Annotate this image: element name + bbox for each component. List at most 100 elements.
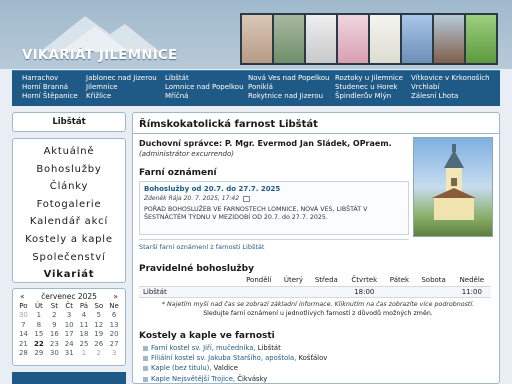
services-header-cell: Pondělí bbox=[239, 275, 279, 287]
nav-link-rokytnice[interactable]: Rokytnice nad Jizerou bbox=[248, 92, 329, 101]
nav-link-lomnice[interactable]: Lomnice nad Popelkou bbox=[165, 83, 244, 92]
nav-link-krizlice[interactable]: Křižlice bbox=[86, 92, 157, 101]
spiritual-administrator: Duchovní správce: P. Mgr. Evermod Jan Sl… bbox=[139, 139, 392, 148]
calendar-day[interactable]: 12 bbox=[91, 321, 106, 330]
nav-link-vrchlabi[interactable]: Vrchlabí bbox=[411, 83, 490, 92]
parish-menu: Aktuálně Bohoslužby Články Fotogalerie K… bbox=[12, 138, 126, 283]
services-header-cell: Středa bbox=[308, 275, 345, 287]
nav-link-zalesni-lhota[interactable]: Zálesní Lhota bbox=[411, 92, 490, 101]
calendar-day[interactable]: 24 bbox=[62, 340, 77, 349]
menu-item-aktualne[interactable]: Aktuálně bbox=[13, 143, 125, 161]
mountain-logo-icon bbox=[40, 16, 160, 52]
services-header-cell: Čtvrtek bbox=[344, 275, 385, 287]
calendar-prev-button[interactable]: « bbox=[20, 291, 25, 302]
menu-item-kalendar-akci[interactable]: Kalendář akcí bbox=[13, 213, 125, 231]
calendar-day[interactable]: 27 bbox=[106, 340, 122, 349]
calendar-day[interactable]: 6 bbox=[106, 311, 122, 320]
nav-link-spindleruv-mlyn[interactable]: Špindlerův Mlýn bbox=[335, 92, 403, 101]
church-link[interactable]: Kaple (bez titulu), bbox=[151, 364, 211, 372]
calendar-day[interactable]: 2 bbox=[47, 311, 62, 320]
calendar-week: 14 15 16 17 18 19 20 bbox=[16, 330, 122, 339]
calendar-day[interactable]: 25 bbox=[77, 340, 92, 349]
nav-column: Vítkovice v Krkonoších Vrchlabí Zálesní … bbox=[411, 74, 490, 102]
older-notices-link[interactable]: Starší farní oznámení z farnosti Libštát bbox=[139, 239, 409, 251]
calendar-day[interactable]: 11 bbox=[77, 321, 92, 330]
calendar-day[interactable]: 16 bbox=[47, 330, 62, 339]
service-time-cell[interactable] bbox=[384, 286, 415, 298]
calendar-day[interactable]: 5 bbox=[91, 311, 106, 320]
calendar-day[interactable]: 23 bbox=[47, 340, 62, 349]
calendar-day[interactable]: 4 bbox=[77, 311, 92, 320]
calendar-day[interactable]: 22 bbox=[31, 340, 47, 349]
services-hint: * Najetím myši nad čas se zobrazí základ… bbox=[161, 301, 475, 308]
nav-column: Libštát Lomnice nad Popelkou Mříčná bbox=[165, 74, 244, 102]
calendar-day[interactable]: 10 bbox=[62, 321, 77, 330]
calendar-day[interactable]: 17 bbox=[62, 330, 77, 339]
notice-title[interactable]: Bohoslužby od 20.7. do 27.7. 2025 bbox=[144, 185, 404, 194]
church-place: Čikvásky bbox=[237, 374, 268, 383]
menu-item-vikariat[interactable]: Vikariát bbox=[13, 266, 125, 284]
churches-list: Farní kostel sv. Jiří, mučedníka, Libštá… bbox=[151, 343, 327, 384]
page-title: Římskokatolická farnost Libštát bbox=[139, 119, 318, 130]
nav-link-vitkovice[interactable]: Vítkovice v Krkonoších bbox=[411, 74, 490, 83]
menu-item-clanky[interactable]: Články bbox=[13, 178, 125, 196]
attachment-icon[interactable] bbox=[242, 195, 250, 202]
service-time-cell[interactable]: 11:00 bbox=[452, 286, 491, 298]
nav-link-jablonec[interactable]: Jablonec nad Jizerou bbox=[86, 74, 157, 83]
nav-link-roztoky[interactable]: Roztoky u Jilemnice bbox=[335, 74, 403, 83]
service-time-cell[interactable] bbox=[414, 286, 453, 298]
nav-link-harrachov[interactable]: Harrachov bbox=[22, 74, 78, 83]
nav-link-mricna[interactable]: Mříčná bbox=[165, 92, 244, 101]
calendar-day[interactable]: 7 bbox=[16, 321, 31, 330]
calendar-day[interactable]: 14 bbox=[16, 330, 31, 339]
calendar-day[interactable]: 2 bbox=[91, 349, 106, 358]
calendar-weekday: Pá bbox=[79, 302, 89, 310]
menu-item-kostely-a-kaple[interactable]: Kostely a kaple bbox=[13, 231, 125, 249]
parish-navigation: Harrachov Horní Branná Horní Štěpanice J… bbox=[12, 70, 500, 106]
calendar-day[interactable]: 13 bbox=[106, 321, 122, 330]
churches-heading: Kostely a kaple ve farnosti bbox=[139, 331, 275, 341]
services-warning: Sledujte farní oznámení u jednotlivých f… bbox=[203, 310, 433, 317]
church-link[interactable]: Filiální kostel sv. Jakuba Staršího, apo… bbox=[151, 354, 296, 362]
calendar-day[interactable]: 18 bbox=[77, 330, 92, 339]
nav-column: Jablonec nad Jizerou Jilemnice Křižlice bbox=[86, 74, 157, 102]
nav-column: Harrachov Horní Branná Horní Štěpanice bbox=[22, 74, 78, 102]
calendar-day[interactable]: 30 bbox=[47, 349, 62, 358]
title-divider bbox=[133, 133, 499, 134]
calendar-day[interactable]: 15 bbox=[31, 330, 47, 339]
calendar-week: 7 8 9 10 11 12 13 bbox=[16, 321, 122, 330]
nav-link-libstat[interactable]: Libštát bbox=[165, 74, 244, 83]
calendar-grid: Po Út St Čt Pá So Ne 30 1 2 3 4 5 6 7 8 9 10 11 12 13 14 15 16 1… bbox=[16, 302, 122, 358]
church-link[interactable]: Farní kostel sv. Jiří, mučedníka, bbox=[151, 344, 256, 352]
calendar-day[interactable]: 8 bbox=[31, 321, 47, 330]
calendar-day[interactable]: 9 bbox=[47, 321, 62, 330]
service-time-cell[interactable] bbox=[308, 286, 345, 298]
church-link[interactable]: Kaple Nejsvětější Trojice, bbox=[151, 375, 235, 383]
service-time-cell[interactable]: 18:00 bbox=[344, 286, 385, 298]
nav-column: Roztoky u Jilemnice Studenec u Horek Špi… bbox=[335, 74, 403, 102]
calendar-month-label: červenec 2025 bbox=[41, 292, 97, 301]
nav-link-horni-stepanice[interactable]: Horní Štěpanice bbox=[22, 92, 78, 101]
menu-item-fotogalerie[interactable]: Fotogalerie bbox=[13, 196, 125, 214]
calendar-day[interactable]: 28 bbox=[16, 349, 31, 358]
calendar-day[interactable]: 20 bbox=[106, 330, 122, 339]
nav-link-jilemnice[interactable]: Jilemnice bbox=[86, 83, 157, 92]
site-title[interactable]: VIKARIÁT JILEMNICE bbox=[22, 47, 177, 63]
calendar-day[interactable]: 3 bbox=[106, 349, 122, 358]
calendar-day[interactable]: 26 bbox=[91, 340, 106, 349]
calendar-day[interactable]: 3 bbox=[62, 311, 77, 320]
nav-link-nova-ves[interactable]: Nová Ves nad Popelkou bbox=[248, 74, 329, 83]
calendar-day[interactable]: 19 bbox=[91, 330, 106, 339]
calendar-day[interactable]: 1 bbox=[31, 311, 47, 320]
service-time-cell[interactable] bbox=[239, 286, 279, 298]
nav-link-ponikla[interactable]: Poniklá bbox=[248, 83, 329, 92]
calendar-day[interactable]: 21 bbox=[16, 340, 31, 349]
calendar-day[interactable]: 31 bbox=[62, 349, 77, 358]
calendar-day[interactable]: 1 bbox=[77, 349, 92, 358]
calendar-day[interactable]: 30 bbox=[16, 311, 31, 320]
calendar-next-button[interactable]: » bbox=[113, 291, 118, 302]
menu-item-bohosluzby[interactable]: Bohoslužby bbox=[13, 161, 125, 179]
calendar-day[interactable]: 29 bbox=[31, 349, 47, 358]
menu-item-spolecenstvi[interactable]: Společenství bbox=[13, 249, 125, 267]
service-time-cell[interactable] bbox=[278, 286, 309, 298]
